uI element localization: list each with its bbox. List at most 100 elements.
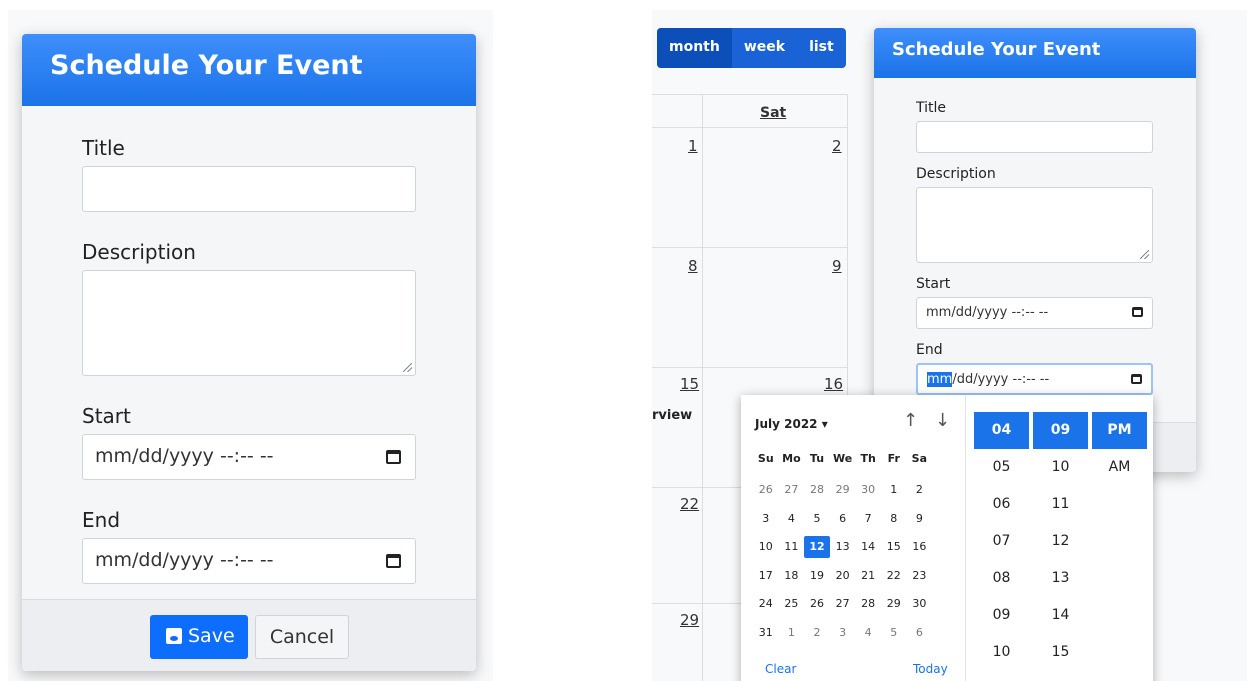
hour-option[interactable]: 07: [974, 523, 1029, 560]
month-year-dropdown[interactable]: July 2022 ▾: [755, 417, 828, 431]
calendar-day[interactable]: 19: [804, 565, 830, 587]
calendar-icon[interactable]: [386, 554, 401, 568]
calendar-day[interactable]: 27: [830, 593, 856, 615]
calendar-day[interactable]: 27: [779, 479, 805, 501]
calendar-day[interactable]: 29: [881, 593, 907, 615]
day-number[interactable]: 22: [680, 495, 699, 513]
calendar-day[interactable]: 1: [881, 479, 907, 501]
hour-option[interactable]: 09: [974, 597, 1029, 634]
minute-option[interactable]: 13: [1033, 560, 1088, 597]
calendar-day[interactable]: 5: [881, 622, 907, 644]
calendar-day[interactable]: 4: [855, 622, 881, 644]
calendar-icon[interactable]: [386, 450, 401, 464]
day-number[interactable]: 29: [680, 611, 699, 629]
hour-option[interactable]: 06: [974, 486, 1029, 523]
calendar-day[interactable]: 2: [804, 622, 830, 644]
calendar-day[interactable]: 28: [804, 479, 830, 501]
calendar-day[interactable]: 25: [779, 593, 805, 615]
cancel-button[interactable]: Cancel: [255, 615, 349, 659]
title-input[interactable]: [82, 166, 416, 212]
calendar-day[interactable]: 6: [907, 622, 933, 644]
day-number[interactable]: 9: [832, 257, 842, 275]
calendar-day[interactable]: 7: [855, 508, 881, 530]
view-week-button[interactable]: week: [732, 28, 797, 68]
description-textarea[interactable]: [82, 270, 416, 376]
day-number[interactable]: 15: [680, 375, 699, 393]
calendar-day[interactable]: 4: [779, 508, 805, 530]
day-number[interactable]: 16: [824, 375, 843, 393]
hour-option[interactable]: 05: [974, 449, 1029, 486]
calendar-day-selected[interactable]: 12: [804, 536, 830, 558]
calendar-day[interactable]: 21: [855, 565, 881, 587]
month-segment-selected[interactable]: mm: [927, 372, 953, 387]
ampm-option-selected[interactable]: PM: [1092, 412, 1147, 449]
calendar-day[interactable]: 10: [753, 536, 779, 558]
minute-option[interactable]: 11: [1033, 486, 1088, 523]
resize-handle-icon[interactable]: [403, 363, 412, 372]
calendar-day[interactable]: 23: [907, 565, 933, 587]
calendar-day[interactable]: 24: [753, 593, 779, 615]
calendar-day[interactable]: 3: [830, 622, 856, 644]
calendar-day[interactable]: 31: [753, 622, 779, 644]
calendar-day[interactable]: 8: [881, 508, 907, 530]
title-label: Title: [916, 100, 947, 116]
next-month-arrow-icon[interactable]: ↓: [935, 410, 950, 431]
end-datetime-input[interactable]: mm/dd/yyyy --:-- --: [82, 538, 416, 584]
calendar-day[interactable]: 13: [830, 536, 856, 558]
calendar-icon[interactable]: [1131, 374, 1142, 384]
title-input[interactable]: [916, 121, 1153, 153]
today-button[interactable]: Today: [913, 662, 948, 676]
minute-option[interactable]: 15: [1033, 634, 1088, 671]
previous-month-arrow-icon[interactable]: ↑: [903, 410, 918, 431]
day-number[interactable]: 8: [688, 257, 698, 275]
calendar-day[interactable]: 18: [779, 565, 805, 587]
saturday-header: Sat: [760, 105, 787, 121]
resize-handle-icon[interactable]: [1140, 250, 1149, 259]
end-placeholder: mm/dd/yyyy --:-- --: [95, 549, 274, 571]
hour-option[interactable]: 08: [974, 560, 1029, 597]
calendar-day[interactable]: 3: [753, 508, 779, 530]
start-datetime-input[interactable]: mm/dd/yyyy --:-- --: [916, 297, 1153, 329]
calendar-day[interactable]: 15: [881, 536, 907, 558]
minute-option[interactable]: 14: [1033, 597, 1088, 634]
end-label: End: [916, 342, 943, 358]
calendar-day[interactable]: 6: [830, 508, 856, 530]
clear-button[interactable]: Clear: [765, 662, 796, 676]
calendar-day[interactable]: 30: [855, 479, 881, 501]
minute-option-selected[interactable]: 09: [1033, 412, 1088, 449]
modal-title: Schedule Your Event: [874, 28, 1196, 78]
calendar-day[interactable]: 29: [830, 479, 856, 501]
calendar-day[interactable]: 11: [779, 536, 805, 558]
calendar-day[interactable]: 17: [753, 565, 779, 587]
minute-option[interactable]: 12: [1033, 523, 1088, 560]
hour-option-selected[interactable]: 04: [974, 412, 1029, 449]
day-number[interactable]: 1: [688, 137, 698, 155]
calendar-day[interactable]: 9: [907, 508, 933, 530]
calendar-day[interactable]: 1: [779, 622, 805, 644]
calendar-day[interactable]: 16: [907, 536, 933, 558]
save-button[interactable]: Save: [150, 615, 248, 659]
end-datetime-input[interactable]: mm/dd/yyyy --:-- --: [916, 363, 1153, 395]
calendar-day[interactable]: 26: [804, 593, 830, 615]
weekday-label: Tu: [809, 452, 825, 465]
minute-option[interactable]: 10: [1033, 449, 1088, 486]
calendar-day[interactable]: 14: [855, 536, 881, 558]
calendar-day[interactable]: 2: [907, 479, 933, 501]
description-textarea[interactable]: [916, 187, 1153, 263]
calendar-day[interactable]: 28: [855, 593, 881, 615]
view-month-button[interactable]: month: [657, 28, 732, 68]
calendar-day[interactable]: 5: [804, 508, 830, 530]
calendar-day[interactable]: 20: [830, 565, 856, 587]
event-title-fragment[interactable]: rview: [652, 408, 692, 423]
ampm-option[interactable]: AM: [1092, 449, 1147, 486]
hour-option[interactable]: 10: [974, 634, 1029, 671]
start-datetime-input[interactable]: mm/dd/yyyy --:-- --: [82, 434, 416, 480]
description-label: Description: [916, 166, 996, 182]
view-list-button[interactable]: list: [797, 28, 846, 68]
modal-footer: Save Cancel: [22, 599, 476, 671]
calendar-day[interactable]: 26: [753, 479, 779, 501]
day-number[interactable]: 2: [832, 137, 842, 155]
calendar-icon[interactable]: [1132, 307, 1143, 317]
calendar-day[interactable]: 30: [907, 593, 933, 615]
calendar-day[interactable]: 22: [881, 565, 907, 587]
